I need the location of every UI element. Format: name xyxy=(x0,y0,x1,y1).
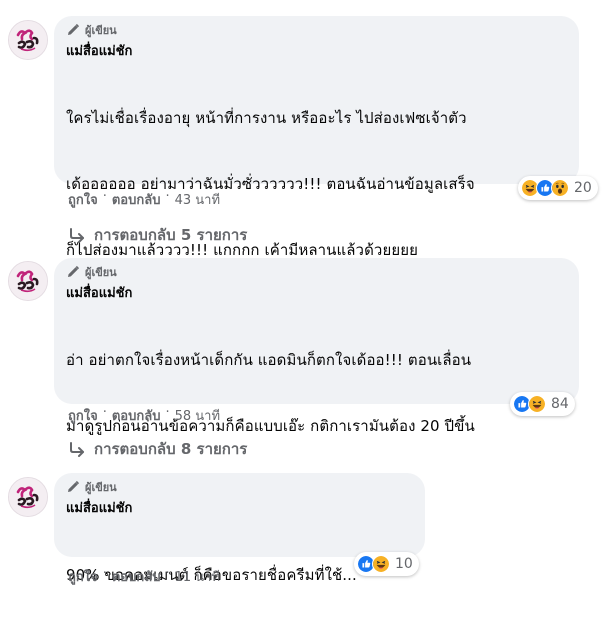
reaction-count: 10 xyxy=(395,556,413,572)
author-badge: ผู้เขียน xyxy=(66,479,413,495)
reaction-summary[interactable]: 84 xyxy=(510,392,575,416)
comment-line: อ่า อย่าตกใจเรื่องหน้าเด็กกัน แอดมินก็ตก… xyxy=(66,351,472,369)
view-replies-link[interactable]: การตอบกลับ 8 รายการ xyxy=(68,437,247,461)
view-replies-label[interactable]: การตอบกลับ 5 รายการ xyxy=(94,223,247,247)
author-badge-label: ผู้เขียน xyxy=(85,266,117,279)
haha-icon xyxy=(528,395,546,413)
reply-button[interactable]: ตอบกลับ xyxy=(112,189,161,210)
like-button[interactable]: ถูกใจ xyxy=(68,189,98,210)
author-name[interactable]: แม่สื่อแม่ชัก xyxy=(66,44,567,60)
pencil-icon xyxy=(66,265,80,279)
author-badge: ผู้เขียน xyxy=(66,264,567,280)
comment-line: ใครไม่เชื่อเรื่องอายุ หน้าที่การงาน หรือ… xyxy=(66,109,467,127)
like-button[interactable]: ถูกใจ xyxy=(68,405,98,426)
view-replies-label[interactable]: การตอบกลับ 8 รายการ xyxy=(94,437,247,461)
comment-bubble: ผู้เขียน แม่สื่อแม่ชัก 90% ขอคอมเมนต์ ก็… xyxy=(54,473,425,584)
pencil-icon xyxy=(66,480,80,494)
reply-arrow-icon xyxy=(68,227,86,243)
comment-actions: ถูกใจ · ตอบกลับ · 58 นาที xyxy=(68,405,220,426)
author-name[interactable]: แม่สื่อแม่ชัก xyxy=(66,286,567,302)
comment-bubble: ผู้เขียน แม่สื่อแม่ชัก ใครไม่เชื่อเรื่อง… xyxy=(54,16,579,325)
haha-icon xyxy=(372,555,390,573)
avatar[interactable] xyxy=(8,477,48,517)
author-badge-label: ผู้เขียน xyxy=(85,481,117,494)
reply-button[interactable]: ตอบกลับ xyxy=(112,405,161,426)
separator: · xyxy=(165,405,170,420)
reply-arrow-icon xyxy=(68,441,86,457)
pencil-icon xyxy=(66,23,80,37)
reaction-summary[interactable]: 20 xyxy=(518,176,598,200)
reaction-count: 20 xyxy=(574,180,592,196)
timestamp[interactable]: 43 นาที xyxy=(175,189,220,210)
author-badge-label: ผู้เขียน xyxy=(85,24,117,37)
wow-icon xyxy=(551,179,569,197)
comment-bubble: ผู้เขียน แม่สื่อแม่ชัก อ่า อย่าตกใจเรื่อ… xyxy=(54,258,579,501)
author-badge: ผู้เขียน xyxy=(66,22,567,38)
reaction-summary[interactable]: 10 xyxy=(354,552,419,576)
separator: · xyxy=(165,189,170,204)
reaction-count: 84 xyxy=(551,396,569,412)
timestamp[interactable]: 58 นาที xyxy=(175,405,220,426)
separator: · xyxy=(102,405,107,420)
view-replies-link[interactable]: การตอบกลับ 5 รายการ xyxy=(68,223,247,247)
separator: · xyxy=(102,189,107,204)
avatar[interactable] xyxy=(8,261,48,301)
comment-actions: ถูกใจ · ตอบกลับ · 43 นาที xyxy=(68,189,220,210)
author-name[interactable]: แม่สื่อแม่ชัก xyxy=(66,501,413,517)
avatar[interactable] xyxy=(8,20,48,60)
